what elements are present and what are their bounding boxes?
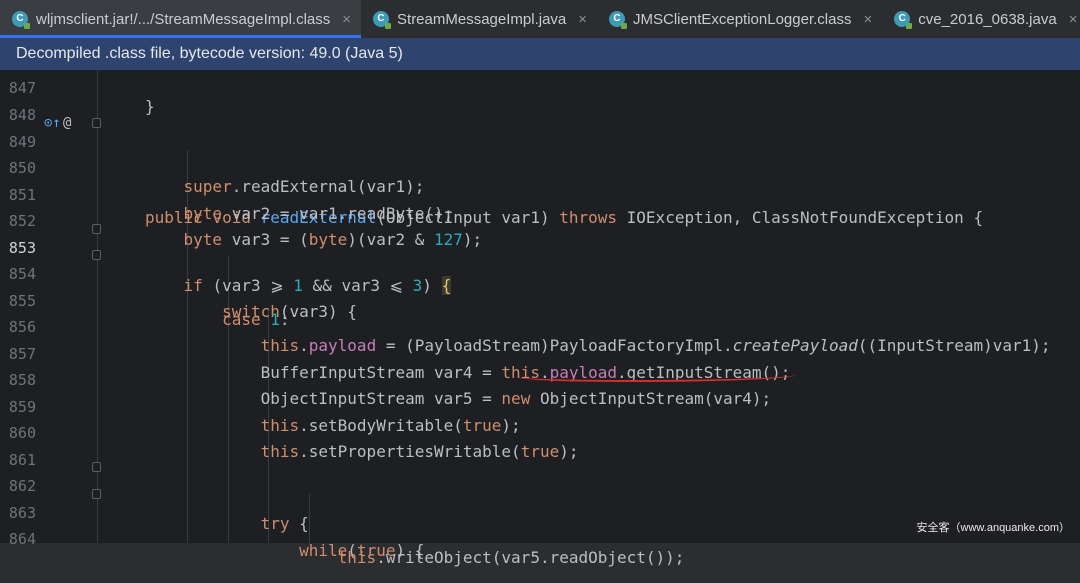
close-icon[interactable]: × — [863, 11, 872, 28]
tab-label: cve_2016_0638.java — [918, 10, 1057, 28]
java-class-icon: C — [894, 11, 913, 29]
code-line: 862 try { — [0, 454, 1080, 533]
code-line-current: 853 if (var3 ⩾ 1 && var3 ⩽ 3) { — [0, 216, 1080, 295]
java-class-icon: C — [373, 11, 392, 29]
code-line: 852 byte var3 = (byte)(var2 & 127); — [0, 189, 1080, 249]
tab-jmsclientexceptionlogger-class[interactable]: C JMSClientExceptionLogger.class × — [597, 0, 882, 38]
tab-streammessageimpl-class[interactable]: C wljmsclient.jar!/.../StreamMessageImpl… — [0, 0, 362, 38]
code-line: 847 } — [0, 56, 1080, 116]
fold-toggle-icon[interactable] — [92, 462, 101, 472]
line-number: 864 — [8, 530, 36, 548]
editor-tab-bar: C wljmsclient.jar!/.../StreamMessageImpl… — [0, 0, 1080, 39]
tab-cve-2016-0638-java[interactable]: C cve_2016_0638.java × — [882, 0, 1080, 38]
class-file-icon: C — [609, 11, 628, 29]
watermark: 安全客（www.anquanke.com） — [916, 522, 1070, 534]
fold-toggle-icon[interactable] — [92, 250, 101, 260]
class-file-icon: C — [12, 11, 30, 29]
fold-toggle-icon[interactable] — [92, 224, 101, 234]
close-icon[interactable]: × — [342, 11, 351, 28]
code-line: 854 switch(var3) { — [0, 242, 1080, 321]
code-line: 861 — [0, 428, 1080, 469]
code-line: 856 this.payload = (PayloadStream)Payloa… — [0, 295, 1080, 355]
tab-label: JMSClientExceptionLogger.class — [633, 10, 852, 28]
override-method-icon[interactable]: ⊙↑ — [44, 110, 61, 137]
code-line: 857 BufferInputStream var4 = this.payloa… — [0, 322, 1080, 382]
code-line: 850 super.readExternal(var1); — [0, 136, 1080, 196]
code-line: 851 byte var2 = var1.readByte(); — [0, 163, 1080, 223]
tab-label: wljmsclient.jar!/.../StreamMessageImpl.c… — [36, 10, 331, 28]
code-line: 848 — [0, 83, 1080, 124]
code-line: 860 this.setPropertiesWritable(true); — [0, 401, 1080, 461]
tab-label: StreamMessageImpl.java — [397, 10, 567, 28]
close-icon[interactable]: × — [578, 11, 587, 28]
fold-toggle-icon[interactable] — [92, 118, 101, 128]
tab-streammessageimpl-java[interactable]: C StreamMessageImpl.java × — [361, 0, 597, 38]
annotation-icon: @ — [63, 115, 72, 131]
code-line: 855 case 1: — [0, 269, 1080, 329]
code-text: this.writeObject(var5.readObject()); — [337, 548, 685, 567]
fold-toggle-icon[interactable] — [92, 489, 101, 499]
code-line: 849 ⊙↑ @ public void readExternal(Object… — [0, 110, 1080, 227]
close-icon[interactable]: × — [1069, 11, 1078, 28]
code-line: 863 while(true) { — [0, 481, 1080, 560]
code-editor[interactable]: 847 } 848 849 ⊙↑ @ public void readExter… — [0, 70, 1080, 567]
